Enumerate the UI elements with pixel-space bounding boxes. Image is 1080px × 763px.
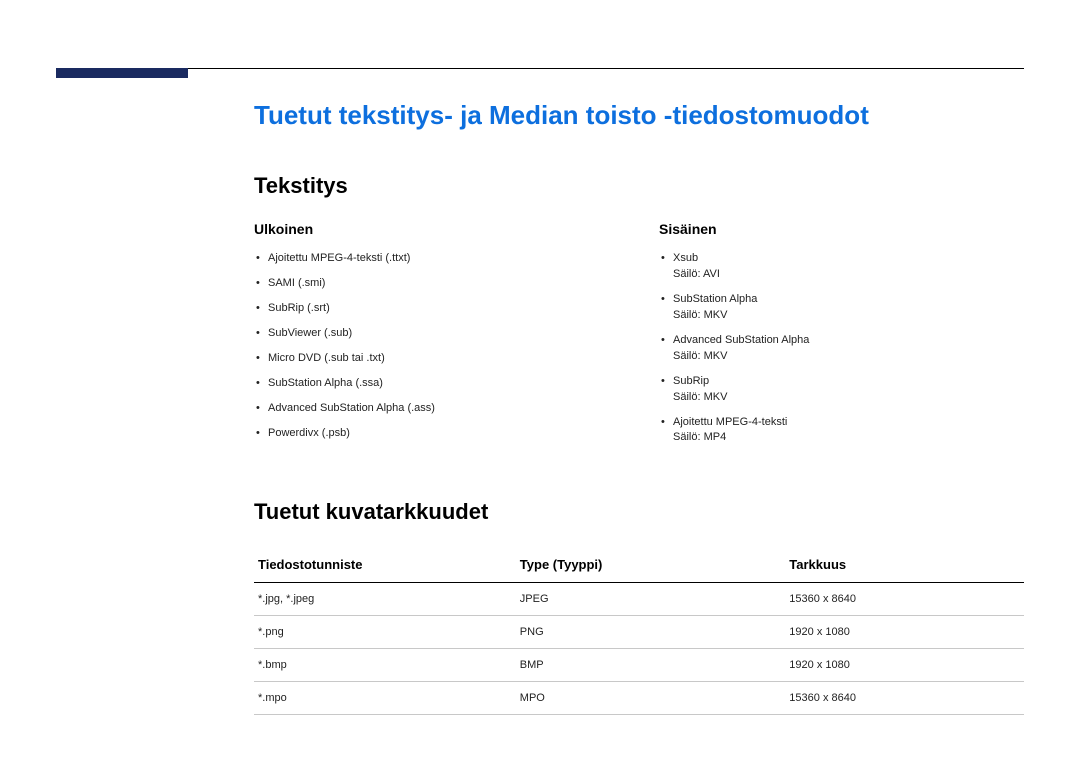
item-name: Xsub bbox=[673, 252, 698, 264]
cell-ext: *.png bbox=[254, 616, 516, 649]
internal-column: Sisäinen Xsub Säilö: AVI SubStation Alph… bbox=[659, 221, 1024, 455]
list-item: Xsub Säilö: AVI bbox=[673, 251, 1024, 283]
table-row: *.mpo MPO 15360 x 8640 bbox=[254, 682, 1024, 715]
list-item: SubStation Alpha Säilö: MKV bbox=[673, 292, 1024, 324]
header-res: Tarkkuus bbox=[785, 547, 1024, 583]
table-row: *.png PNG 1920 x 1080 bbox=[254, 616, 1024, 649]
sidebar-marker bbox=[56, 68, 188, 78]
external-header: Ulkoinen bbox=[254, 221, 619, 237]
external-list: Ajoitettu MPEG-4-teksti (.ttxt) SAMI (.s… bbox=[254, 251, 619, 442]
item-container: Säilö: MKV bbox=[673, 390, 1024, 406]
table-row: *.jpg, *.jpeg JPEG 15360 x 8640 bbox=[254, 583, 1024, 616]
page-title: Tuetut tekstitys- ja Median toisto -tied… bbox=[254, 100, 1024, 131]
list-item: SubViewer (.sub) bbox=[268, 326, 619, 342]
image-resolutions-table: Tiedostotunniste Type (Tyyppi) Tarkkuus … bbox=[254, 547, 1024, 715]
cell-res: 1920 x 1080 bbox=[785, 649, 1024, 682]
cell-ext: *.bmp bbox=[254, 649, 516, 682]
item-container: Säilö: MKV bbox=[673, 349, 1024, 365]
list-item: Powerdivx (.psb) bbox=[268, 426, 619, 442]
list-item: SubRip Säilö: MKV bbox=[673, 374, 1024, 406]
external-column: Ulkoinen Ajoitettu MPEG-4-teksti (.ttxt)… bbox=[254, 221, 619, 455]
header-type: Type (Tyyppi) bbox=[516, 547, 786, 583]
internal-header: Sisäinen bbox=[659, 221, 1024, 237]
header-ext: Tiedostotunniste bbox=[254, 547, 516, 583]
section-subtitle-title: Tekstitys bbox=[254, 173, 1024, 199]
list-item: SubStation Alpha (.ssa) bbox=[268, 376, 619, 392]
subtitle-columns: Ulkoinen Ajoitettu MPEG-4-teksti (.ttxt)… bbox=[254, 221, 1024, 455]
list-item: Ajoitettu MPEG-4-teksti (.ttxt) bbox=[268, 251, 619, 267]
list-item: Ajoitettu MPEG-4-teksti Säilö: MP4 bbox=[673, 415, 1024, 447]
cell-res: 1920 x 1080 bbox=[785, 616, 1024, 649]
cell-ext: *.jpg, *.jpeg bbox=[254, 583, 516, 616]
list-item: Advanced SubStation Alpha Säilö: MKV bbox=[673, 333, 1024, 365]
cell-ext: *.mpo bbox=[254, 682, 516, 715]
list-item: SubRip (.srt) bbox=[268, 301, 619, 317]
cell-type: MPO bbox=[516, 682, 786, 715]
cell-res: 15360 x 8640 bbox=[785, 682, 1024, 715]
item-name: Ajoitettu MPEG-4-teksti bbox=[673, 416, 787, 428]
item-container: Säilö: AVI bbox=[673, 267, 1024, 283]
top-rule bbox=[56, 68, 1024, 69]
item-name: SubStation Alpha bbox=[673, 293, 757, 305]
cell-res: 15360 x 8640 bbox=[785, 583, 1024, 616]
internal-list: Xsub Säilö: AVI SubStation Alpha Säilö: … bbox=[659, 251, 1024, 446]
section-image-title: Tuetut kuvatarkkuudet bbox=[254, 499, 1024, 525]
cell-type: JPEG bbox=[516, 583, 786, 616]
cell-type: BMP bbox=[516, 649, 786, 682]
list-item: SAMI (.smi) bbox=[268, 276, 619, 292]
item-name: SubRip bbox=[673, 375, 709, 387]
list-item: Micro DVD (.sub tai .txt) bbox=[268, 351, 619, 367]
item-container: Säilö: MP4 bbox=[673, 430, 1024, 446]
content-area: Tuetut tekstitys- ja Median toisto -tied… bbox=[254, 100, 1024, 715]
item-name: Advanced SubStation Alpha bbox=[673, 334, 809, 346]
list-item: Advanced SubStation Alpha (.ass) bbox=[268, 401, 619, 417]
cell-type: PNG bbox=[516, 616, 786, 649]
table-row: *.bmp BMP 1920 x 1080 bbox=[254, 649, 1024, 682]
table-header-row: Tiedostotunniste Type (Tyyppi) Tarkkuus bbox=[254, 547, 1024, 583]
item-container: Säilö: MKV bbox=[673, 308, 1024, 324]
